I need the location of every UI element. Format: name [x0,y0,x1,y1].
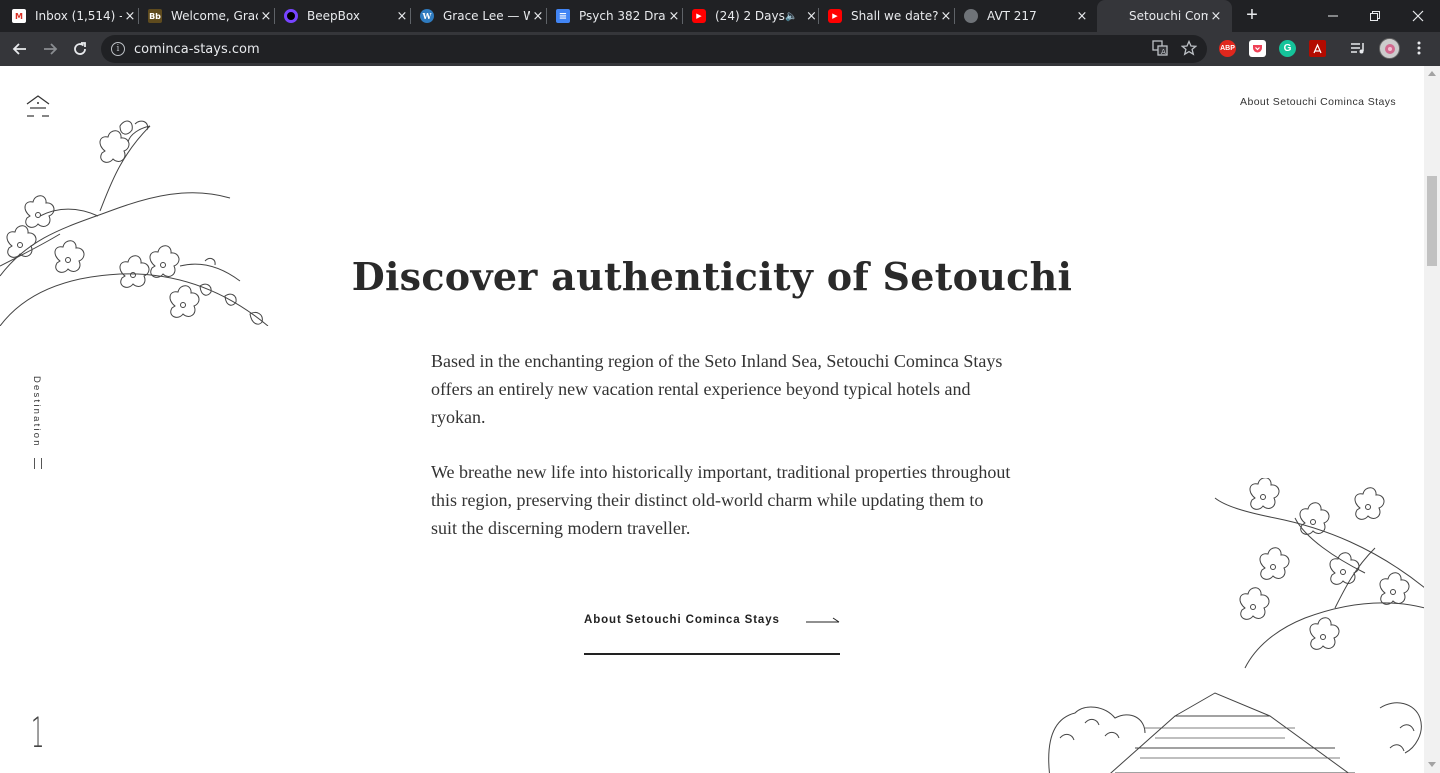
tab-title: Setouchi Comi [1129,9,1208,23]
media-queue-icon[interactable] [1347,37,1369,59]
back-arrow-icon [12,43,26,55]
translate-icon[interactable]: A [1149,37,1171,59]
about-nav-link[interactable]: About Setouchi Cominca Stays [1240,96,1396,108]
side-nav-indicator [34,457,42,469]
tab-title: Grace Lee — W [443,9,530,23]
google-docs-icon: ≡ [556,9,570,23]
maximize-button[interactable] [1353,0,1397,32]
side-navigation[interactable]: Destination [31,376,45,469]
tab-avt[interactable]: AVT 217 × [964,0,1090,32]
new-tab-button[interactable]: + [1241,4,1263,26]
youtube-icon: ▶ [828,9,842,23]
browser-toolbar: i cominca-stays.com A ABP G [0,32,1440,66]
close-tab-icon[interactable]: × [1208,9,1224,24]
house-and-blossom-illustration [1048,478,1424,773]
side-nav-destination-label[interactable]: Destination [31,376,42,448]
forward-button[interactable] [38,37,62,61]
scrollbar-thumb[interactable] [1427,176,1437,266]
tab-title: Inbox (1,514) - [35,9,122,23]
tab-title: BeepBox [307,9,360,23]
site-logo-icon[interactable] [25,94,51,118]
arrow-right-icon [806,617,840,623]
tab-title: Shall we date? [851,9,938,23]
site-info-icon[interactable]: i [111,42,125,56]
tab-strip: M Inbox (1,514) - × Bb Welcome, Grac × B… [0,0,1440,32]
tab-youtube[interactable]: ▶ Shall we date? × [828,0,955,32]
globe-icon [964,9,978,23]
gmail-icon: M [12,9,26,23]
close-tab-icon[interactable]: × [530,9,546,24]
tab-title: Welcome, Grac [171,9,258,23]
close-tab-icon[interactable]: × [666,9,682,24]
mission-paragraph: We breathe new life into historically im… [431,462,1011,538]
reload-button[interactable] [68,37,92,61]
close-tab-icon[interactable]: × [938,9,954,24]
pocket-icon[interactable] [1249,40,1266,57]
tab-blackboard[interactable]: Bb Welcome, Grac × [148,0,275,32]
address-bar[interactable]: i cominca-stays.com [101,35,1207,63]
beepbox-icon [284,9,298,23]
svg-text:A: A [1161,48,1166,56]
scroll-up-arrow-icon[interactable] [1428,71,1436,76]
section-number: 1 [31,708,45,757]
profile-avatar[interactable] [1379,38,1400,59]
tab-title: (24) 2 Days [715,9,785,23]
blackboard-icon: Bb [148,9,162,23]
close-tab-icon[interactable]: × [1074,9,1090,24]
page-scrollbar[interactable] [1424,66,1440,773]
chrome-menu-icon[interactable] [1408,37,1430,59]
cta-label: About Setouchi Cominca Stays [584,614,780,626]
close-window-button[interactable] [1396,0,1440,32]
tab-wordpress[interactable]: W Grace Lee — W × [420,0,547,32]
close-tab-icon[interactable]: × [394,9,410,24]
grammarly-icon[interactable]: G [1279,40,1296,57]
web-page: About Setouchi Cominca Stays Destination… [0,66,1424,773]
forward-arrow-icon [44,43,58,55]
back-button[interactable] [8,37,32,61]
tab-title: AVT 217 [987,9,1037,23]
scroll-down-arrow-icon[interactable] [1428,762,1436,767]
url-text: cominca-stays.com [134,41,260,57]
tab-gmail[interactable]: M Inbox (1,514) - × [12,0,139,32]
wordpress-icon: W [420,9,434,23]
tab-google-docs[interactable]: ≡ Psych 382 Draf × [556,0,683,32]
speaker-icon[interactable]: 🔈 [785,11,797,22]
page-title: Discover authenticity of Setouchi [351,254,1073,299]
close-tab-icon[interactable]: × [258,9,274,24]
tab-setouchi-active[interactable]: Setouchi Comi × [1097,0,1232,32]
tab-beepbox[interactable]: BeepBox × [284,0,411,32]
tab-youtube-playing[interactable]: ▶ (24) 2 Days 🔈 × [692,0,819,32]
bookmark-star-icon[interactable] [1178,37,1200,59]
adblock-plus-icon[interactable]: ABP [1219,40,1236,57]
about-cta-button[interactable]: About Setouchi Cominca Stays [584,614,840,655]
reload-icon [74,42,86,55]
minimize-button[interactable] [1311,0,1355,32]
youtube-icon: ▶ [692,9,706,23]
acrobat-icon[interactable] [1309,40,1326,57]
close-tab-icon[interactable]: × [122,9,138,24]
intro-paragraph: Based in the enchanting region of the Se… [431,351,1003,427]
tab-title: Psych 382 Draf [579,9,666,23]
